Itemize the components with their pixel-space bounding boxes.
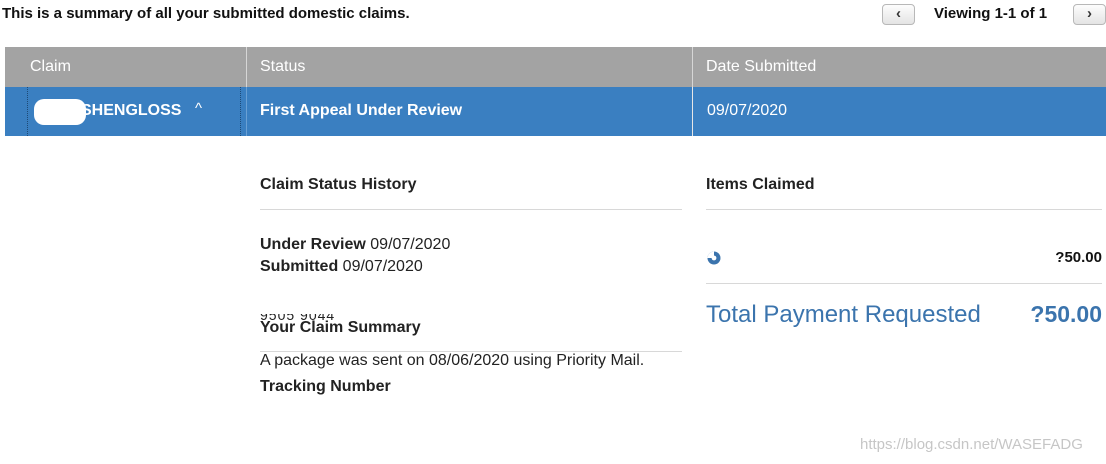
column-header-status: Status (260, 58, 306, 75)
top-bar: This is a summary of all your submitted … (0, 0, 1106, 30)
status-history-item: Under Review 09/07/2020 (260, 236, 450, 254)
divider (706, 283, 1102, 284)
status-history-date: 09/07/2020 (342, 258, 423, 275)
previous-page-button[interactable]: ‹ (882, 4, 915, 25)
next-page-button[interactable]: › (1073, 4, 1106, 25)
column-divider (246, 47, 247, 87)
column-header-date-submitted: Date Submitted (706, 58, 817, 75)
items-claimed-title: Items Claimed (706, 176, 815, 193)
column-divider (692, 47, 693, 87)
claim-status: First Appeal Under Review (260, 102, 463, 119)
claim-status-history-title: Claim Status History (260, 176, 417, 193)
claim-name[interactable]: SHENGLOSS (81, 87, 181, 136)
chevron-up-icon[interactable]: ^ (195, 100, 202, 117)
status-history-item: Submitted 09/07/2020 (260, 258, 423, 276)
status-history-label: Under Review (260, 236, 366, 253)
claim-date-submitted: 09/07/2020 (707, 102, 788, 119)
total-payment-label: Total Payment Requested (706, 301, 981, 328)
status-history-label: Submitted (260, 258, 339, 275)
loading-icon (707, 251, 721, 265)
redaction-mark (34, 99, 86, 125)
divider (706, 209, 1102, 210)
column-divider (692, 87, 693, 136)
column-header-claim: Claim (30, 58, 71, 75)
status-history-date: 09/07/2020 (370, 236, 451, 253)
summary-text: This is a summary of all your submitted … (2, 5, 410, 22)
item-amount: ?50.00 (1055, 249, 1102, 266)
column-divider (246, 87, 247, 136)
claims-table: Claim Status Date Submitted SHENGLOSS ^ … (5, 47, 1106, 464)
tracking-number-value: 9505 9044 (260, 314, 336, 323)
package-note: A package was sent on 08/06/2020 using P… (260, 352, 645, 369)
claim-detail-panel: Claim Status History Under Review 09/07/… (5, 136, 1106, 464)
divider (260, 209, 682, 210)
watermark: https://blog.csdn.net/WASEFADG (860, 436, 1083, 453)
tracking-number-label: Tracking Number (260, 378, 391, 395)
table-row[interactable]: SHENGLOSS ^ First Appeal Under Review 09… (5, 87, 1106, 136)
table-header-row: Claim Status Date Submitted (5, 47, 1106, 87)
total-payment-amount: ?50.00 (1030, 301, 1102, 327)
pagination-status: Viewing 1-1 of 1 (934, 5, 1048, 22)
